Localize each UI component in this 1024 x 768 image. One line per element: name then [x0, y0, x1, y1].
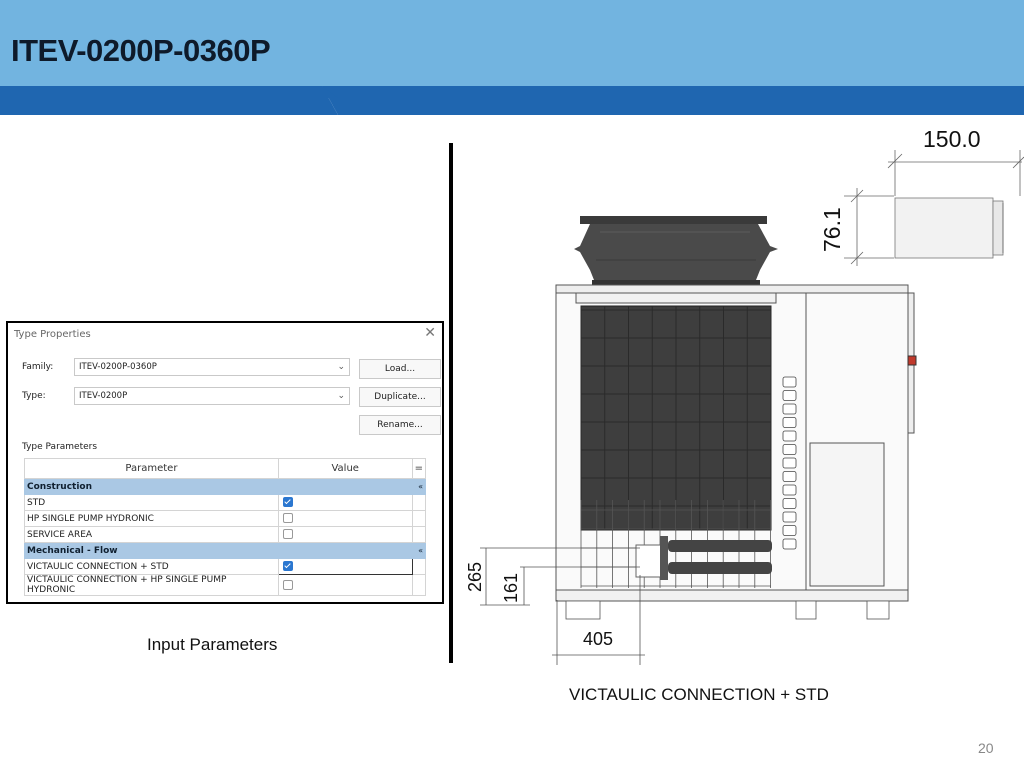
dim-width: 405 [583, 629, 613, 649]
panel-knob [782, 430, 797, 442]
panel-knob [782, 403, 797, 415]
unit-technical-drawing: 150.0 76.1 265 161 405 [465, 126, 1024, 665]
fan-guard [574, 216, 778, 286]
pipe-detail [844, 150, 1024, 266]
panel-knob [782, 390, 797, 401]
dim-pipe-length: 150.0 [923, 126, 981, 152]
panel-knob [782, 498, 797, 509]
panel-knob [782, 457, 797, 469]
panel-knob [782, 525, 797, 536]
dim-height-lower: 161 [501, 573, 521, 603]
panel-knob [782, 471, 797, 482]
caption-drawing: VICTAULIC CONNECTION + STD [569, 685, 829, 704]
panel-knob [782, 538, 797, 550]
unit-feet [565, 600, 890, 620]
panel-knob [782, 511, 797, 523]
dim-height-upper: 265 [465, 562, 485, 592]
panel-knob [782, 417, 797, 428]
panel-knob [782, 376, 797, 388]
panel-knob [782, 444, 797, 455]
panel-knob [782, 484, 797, 496]
dim-pipe-diameter: 76.1 [819, 207, 845, 252]
page-number: 20 [978, 740, 994, 756]
